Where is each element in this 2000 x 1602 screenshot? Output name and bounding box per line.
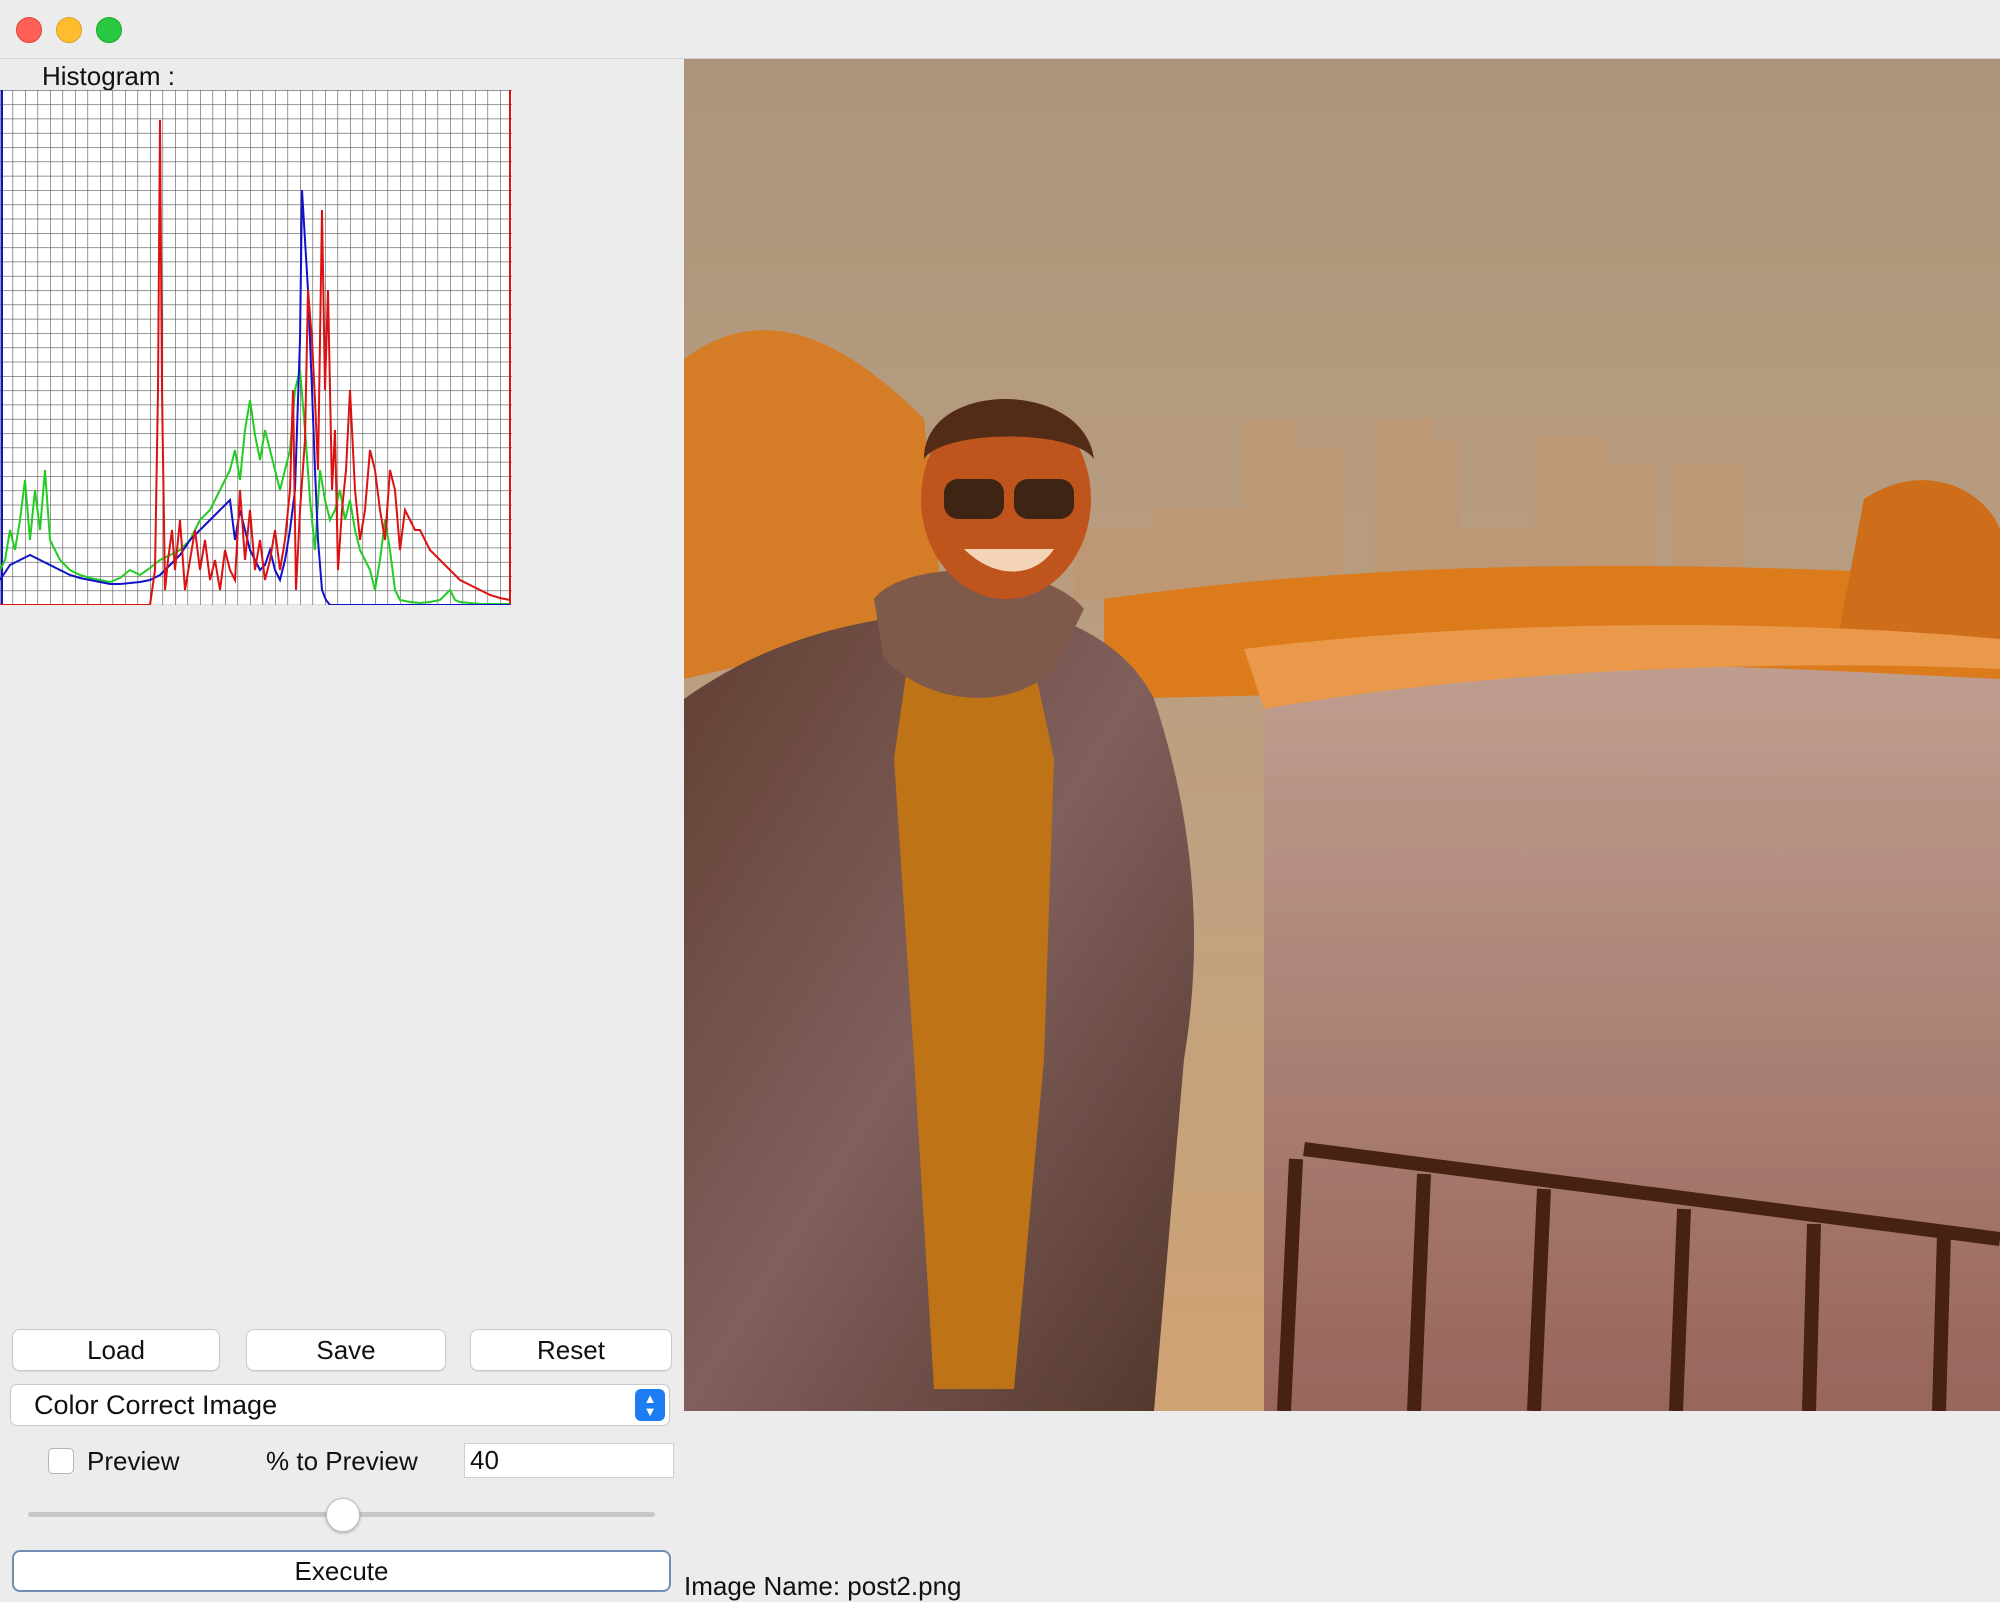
operation-select-value: Color Correct Image — [34, 1389, 278, 1420]
histogram-empty-area — [0, 605, 512, 660]
preview-slider-thumb[interactable] — [325, 1498, 360, 1532]
photo-color-tint — [684, 59, 2000, 1411]
title-bar — [0, 0, 2000, 59]
chevron-down-icon: ▼ — [643, 1404, 657, 1419]
operation-select[interactable]: Color Correct Image ▲ ▼ — [10, 1384, 670, 1426]
select-chevron-icon: ▲ ▼ — [635, 1389, 665, 1421]
minimize-window-button[interactable] — [56, 17, 82, 43]
load-button[interactable]: Load — [12, 1329, 220, 1371]
image-preview — [684, 59, 2000, 1411]
close-window-button[interactable] — [16, 17, 42, 43]
image-name-label: Image Name: post2.png — [684, 1571, 962, 1601]
preview-label: Preview — [87, 1446, 180, 1476]
execute-label: Execute — [294, 1555, 389, 1586]
maximize-window-button[interactable] — [96, 17, 122, 43]
percent-to-preview-value: 40 — [470, 1445, 499, 1475]
save-button[interactable]: Save — [246, 1329, 446, 1371]
reset-button[interactable]: Reset — [470, 1329, 672, 1371]
control-panel: Histogram : Load Save Reset — [0, 59, 683, 1600]
histogram-chart — [0, 90, 512, 660]
histogram-label: Histogram : — [42, 61, 175, 91]
preview-checkbox[interactable] — [48, 1448, 74, 1474]
percent-to-preview-label: % to Preview — [266, 1446, 418, 1476]
histogram-grid — [0, 90, 512, 605]
execute-button[interactable]: Execute — [12, 1550, 671, 1592]
percent-to-preview-input[interactable]: 40 — [464, 1443, 674, 1478]
